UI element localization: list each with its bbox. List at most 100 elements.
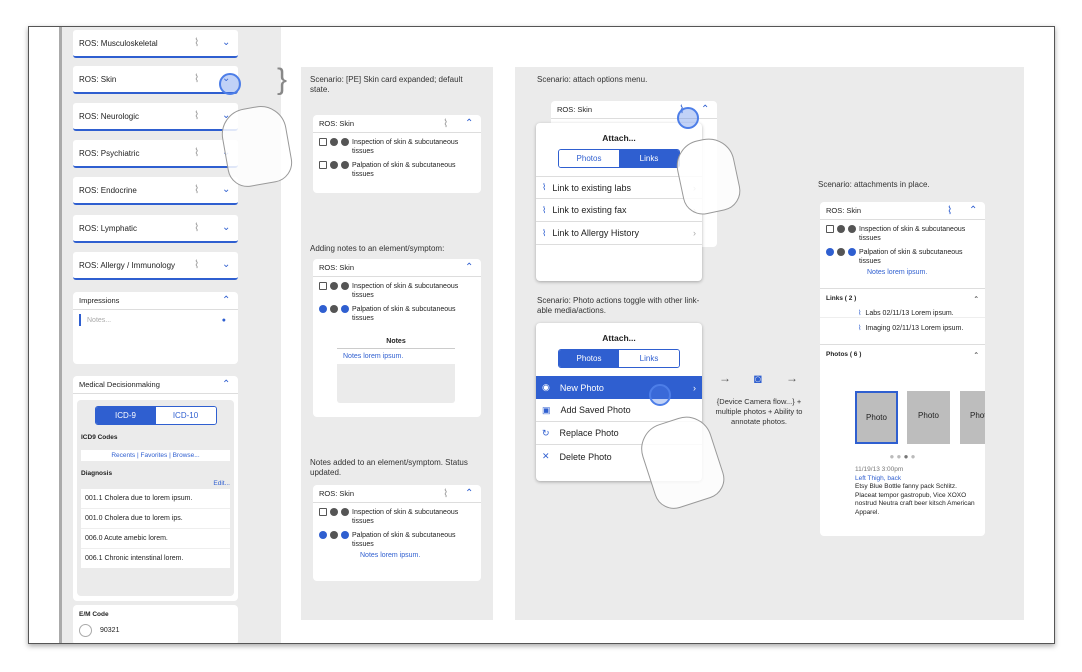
diagnosis-item[interactable]: 001.0 Cholera due to lorem ips. [81, 509, 230, 529]
image-icon: ▣ [542, 404, 551, 415]
impressions-title: Impressions [79, 296, 120, 305]
paperclip-icon[interactable]: ⌇ [194, 37, 206, 49]
favorites-link[interactable]: Favorites [141, 452, 168, 459]
tab-icd9[interactable]: ICD-9 [95, 407, 156, 424]
ros-card-psychiatric[interactable]: ROS: Psychiatric ⌇⌄ [73, 140, 238, 168]
notes-text: Notes lorem ipsum. [867, 269, 928, 276]
photo-label: Photo [970, 411, 985, 420]
menu-item-labs[interactable]: ⌇Link to existing labs› [536, 176, 702, 199]
minus-icon[interactable] [330, 531, 338, 539]
ros-card-endocrine[interactable]: ROS: Endocrine ⌇ ⌄ [73, 177, 238, 205]
edit-icon[interactable] [319, 508, 327, 516]
paperclip-icon[interactable]: ⌇ [443, 488, 455, 500]
plus-icon[interactable] [341, 305, 349, 313]
diagnosis-item[interactable]: 006.0 Acute amebic lorem. [81, 529, 230, 549]
minus-icon[interactable] [330, 282, 338, 290]
edit-icon[interactable] [319, 282, 327, 290]
separator: | [137, 452, 139, 459]
plus-icon[interactable] [848, 248, 856, 256]
edit-icon[interactable] [826, 248, 834, 256]
chevron-down-icon[interactable]: ⌄ [222, 185, 232, 195]
chevron-down-icon[interactable]: ⌄ [222, 260, 232, 270]
tab-photos[interactable]: Photos [559, 350, 619, 367]
paperclip-icon[interactable]: ⌇ [194, 147, 206, 159]
chevron-up-icon[interactable]: ⌃ [701, 104, 711, 115]
tab-photos[interactable]: Photos [559, 150, 619, 167]
photo-thumbnail[interactable]: Photo [907, 391, 950, 444]
edit-icon[interactable] [826, 225, 834, 233]
chevron-up-icon[interactable]: ⌃ [974, 295, 979, 303]
scenario-caption: Scenario: attachments in place. [818, 180, 930, 189]
tab-links[interactable]: Links [619, 150, 679, 167]
paperclip-icon[interactable]: ⌇ [194, 259, 206, 271]
chevron-up-icon[interactable]: ⌃ [465, 262, 475, 273]
browse-link[interactable]: Browse... [173, 452, 200, 459]
minus-icon[interactable] [837, 225, 845, 233]
minus-icon[interactable] [330, 305, 338, 313]
photo-thumbnail[interactable]: Photo [855, 391, 898, 444]
ros-card-lymphatic[interactable]: ROS: Lymphatic ⌇ ⌄ [73, 215, 238, 243]
photo-thumbnail[interactable]: Photo [960, 391, 985, 444]
ros-card-title: ROS: Psychiatric [79, 148, 140, 158]
link-item[interactable]: ⌇ Labs 02/11/13 Lorem ipsum. [820, 303, 985, 318]
diagnosis-item[interactable]: 001.1 Cholera due to lorem ipsum. [81, 489, 230, 509]
ros-card-skin[interactable]: ROS: Skin ⌇ ⌄ [73, 66, 238, 94]
chevron-up-icon[interactable]: ⌃ [222, 379, 232, 390]
paperclip-icon[interactable]: ⌇ [194, 110, 206, 122]
element-label: Palpation of skin & subcutaneous tissues [859, 249, 963, 265]
paperclip-icon[interactable]: ⌇ [194, 222, 206, 234]
edit-icon[interactable] [319, 161, 327, 169]
chevron-down-icon[interactable]: ⌄ [222, 223, 232, 233]
paperclip-icon[interactable]: ⌇ [194, 184, 206, 196]
photo-label: Photo [918, 411, 939, 420]
tab-links[interactable]: Links [619, 350, 679, 367]
chevron-up-icon[interactable]: ⌃ [222, 295, 232, 306]
edit-icon[interactable] [319, 305, 327, 313]
card-title: ROS: Skin [319, 489, 355, 498]
plus-icon[interactable] [341, 138, 349, 146]
microphone-icon[interactable]: ● [222, 317, 226, 324]
plus-icon[interactable] [341, 282, 349, 290]
notes-textarea[interactable]: Notes lorem ipsum. [337, 349, 455, 364]
paperclip-icon[interactable]: ⌇ [194, 73, 206, 85]
icd-toggle[interactable]: ICD-9 ICD-10 [94, 406, 217, 425]
scenario-caption: Scenario: Photo actions toggle with othe… [537, 296, 700, 315]
minus-icon[interactable] [330, 161, 338, 169]
menu-item-fax[interactable]: ⌇Link to existing fax› [536, 199, 702, 222]
plus-icon[interactable] [341, 531, 349, 539]
ros-card-allergy[interactable]: ROS: Allergy / Immunology ⌇ ⌄ [73, 252, 238, 280]
link-item[interactable]: ⌇ Imaging 02/11/13 Lorem ipsum. [820, 318, 985, 332]
chevron-down-icon[interactable]: ⌄ [222, 38, 232, 48]
element-label: Palpation of skin & subcutaneous tissues [352, 306, 456, 322]
media-toggle[interactable]: Photos Links [558, 349, 680, 368]
radio-button[interactable] [79, 624, 92, 637]
ros-card-neurologic[interactable]: ROS: Neurologic ⌇ ⌄ [73, 103, 238, 131]
minus-icon[interactable] [837, 248, 845, 256]
menu-item-new-photo[interactable]: ◉ New Photo › [536, 376, 702, 399]
ros-card-title: ROS: Musculoskeletal [79, 38, 158, 48]
recents-link[interactable]: Recents [111, 452, 135, 459]
plus-icon[interactable] [848, 225, 856, 233]
close-icon: ✕ [542, 451, 550, 461]
minus-icon[interactable] [330, 508, 338, 516]
plus-icon[interactable] [341, 508, 349, 516]
edit-link[interactable]: Edit... [81, 480, 230, 487]
chevron-up-icon[interactable]: ⌃ [465, 488, 475, 499]
chevron-up-icon[interactable]: ⌃ [465, 118, 475, 129]
chevron-up-icon[interactable]: ⌃ [969, 205, 979, 216]
tab-icd10[interactable]: ICD-10 [155, 407, 216, 424]
paperclip-icon[interactable]: ⌇ [947, 205, 959, 217]
media-toggle[interactable]: Photos Links [558, 149, 680, 168]
notes-input[interactable]: Notes... [87, 317, 222, 324]
minus-icon[interactable] [330, 138, 338, 146]
links-header: Links ( 2 ) [826, 295, 857, 302]
edit-icon[interactable] [319, 531, 327, 539]
edit-icon[interactable] [319, 138, 327, 146]
ros-card-musculoskeletal[interactable]: ROS: Musculoskeletal ⌇ ⌄ [73, 30, 238, 58]
menu-item-allergy[interactable]: ⌇ Link to Allergy History › [536, 222, 702, 245]
plus-icon[interactable] [341, 161, 349, 169]
paperclip-icon[interactable]: ⌇ [443, 118, 455, 130]
diagnosis-item[interactable]: 006.1 Chronic intenstinal lorem. [81, 549, 230, 568]
attach-title: Attach... [602, 133, 636, 143]
chevron-up-icon[interactable]: ⌃ [974, 351, 979, 359]
